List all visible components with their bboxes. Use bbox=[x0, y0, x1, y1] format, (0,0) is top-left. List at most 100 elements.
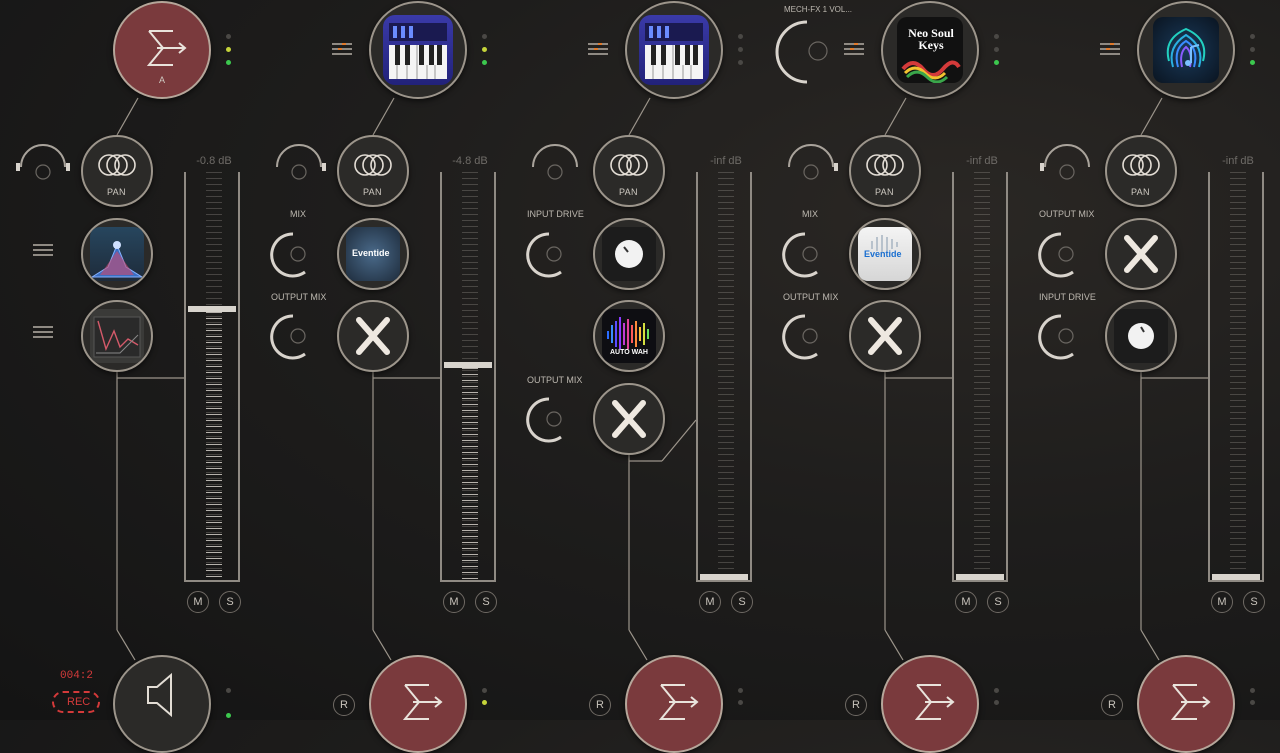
status-led bbox=[482, 34, 487, 39]
record-arm-button[interactable]: R bbox=[333, 694, 355, 716]
pan-node[interactable]: PAN bbox=[849, 135, 921, 207]
status-led bbox=[1250, 34, 1255, 39]
record-arm-button[interactable]: R bbox=[845, 694, 867, 716]
channel-4-instrument-node[interactable]: Neo Soul Keys bbox=[881, 1, 979, 99]
output-mix-knob[interactable] bbox=[270, 312, 311, 362]
fader-cap[interactable] bbox=[700, 574, 748, 580]
eventide-icon: Eventide bbox=[346, 227, 400, 281]
mute-button[interactable]: M bbox=[187, 591, 209, 613]
eq-icon bbox=[90, 227, 144, 281]
channel-5-instrument-node[interactable] bbox=[1137, 1, 1235, 99]
solo-button[interactable]: S bbox=[987, 591, 1009, 613]
pan-node[interactable]: PAN bbox=[593, 135, 665, 207]
solo-button[interactable]: S bbox=[475, 591, 497, 613]
slot-menu-icon[interactable] bbox=[33, 326, 53, 338]
mute-button[interactable]: M bbox=[443, 591, 465, 613]
plugin-slot-x[interactable] bbox=[593, 383, 665, 455]
knob-label: MECH-FX 1 VOL... bbox=[784, 5, 853, 14]
rec-button[interactable]: REC bbox=[52, 691, 100, 713]
plugin-slot-drive[interactable] bbox=[593, 218, 665, 290]
knob-label: OUTPUT MIX bbox=[783, 292, 839, 302]
solo-button[interactable]: S bbox=[219, 591, 241, 613]
knob-label: MIX bbox=[290, 209, 307, 219]
status-led bbox=[738, 60, 743, 65]
pan-icon bbox=[610, 154, 648, 176]
bus-sum-node[interactable] bbox=[369, 655, 467, 753]
plugin-slot-x[interactable] bbox=[337, 300, 409, 372]
mech-fx-volume-knob[interactable] bbox=[775, 18, 828, 88]
record-arm-button[interactable]: R bbox=[1101, 694, 1123, 716]
plugin-slot-eventide[interactable]: Eventide bbox=[849, 218, 921, 290]
mix-knob[interactable] bbox=[270, 230, 311, 280]
fader-cap[interactable] bbox=[1212, 574, 1260, 580]
status-led bbox=[738, 34, 743, 39]
plugin-slot-drive[interactable] bbox=[1105, 300, 1177, 372]
plugin-slot-analyzer[interactable] bbox=[81, 300, 153, 372]
instrument-menu-icon[interactable] bbox=[588, 43, 608, 55]
status-led bbox=[226, 688, 231, 693]
solo-button[interactable]: S bbox=[1243, 591, 1265, 613]
pan-icon bbox=[354, 154, 392, 176]
input-drive-knob[interactable] bbox=[526, 230, 567, 280]
plugin-slot-auto-wah[interactable]: AUTO WAH bbox=[593, 300, 665, 372]
pan-knob[interactable] bbox=[15, 144, 71, 187]
instrument-menu-icon[interactable] bbox=[844, 43, 864, 55]
channel-3-instrument-node[interactable] bbox=[625, 1, 723, 99]
volume-fader[interactable] bbox=[1208, 172, 1264, 582]
plugin-slot-eq[interactable] bbox=[81, 218, 153, 290]
rec-label: REC bbox=[67, 696, 91, 708]
channel-1-sum-node[interactable]: A bbox=[113, 1, 211, 99]
channel-2-instrument-node[interactable] bbox=[369, 1, 467, 99]
status-led bbox=[1250, 60, 1255, 65]
x-plugin-icon bbox=[868, 317, 902, 355]
pan-node[interactable]: PAN bbox=[1105, 135, 1177, 207]
status-led bbox=[994, 60, 999, 65]
pan-knob[interactable] bbox=[527, 144, 583, 187]
plugin-slot-x[interactable] bbox=[1105, 218, 1177, 290]
output-mix-knob[interactable] bbox=[782, 312, 823, 362]
mix-knob[interactable] bbox=[782, 230, 823, 280]
fader-db-readout: -inf dB bbox=[710, 155, 742, 167]
volume-fader[interactable] bbox=[696, 172, 752, 582]
slot-menu-icon[interactable] bbox=[33, 244, 53, 256]
x-plugin-icon bbox=[356, 317, 390, 355]
volume-fader[interactable] bbox=[952, 172, 1008, 582]
status-led bbox=[738, 688, 743, 693]
sum-node-label: A bbox=[159, 75, 166, 85]
plugin-slot-eventide[interactable]: Eventide bbox=[337, 218, 409, 290]
volume-fader[interactable] bbox=[184, 172, 240, 582]
bus-sum-node[interactable] bbox=[881, 655, 979, 753]
fader-cap[interactable] bbox=[956, 574, 1004, 580]
pan-knob[interactable] bbox=[1039, 144, 1095, 187]
pan-knob[interactable] bbox=[783, 144, 839, 187]
volume-fader[interactable] bbox=[440, 172, 496, 582]
knob-label: INPUT DRIVE bbox=[527, 209, 584, 219]
recorder[interactable]: 004:2 REC bbox=[52, 668, 104, 718]
pan-knob[interactable] bbox=[271, 144, 327, 187]
solo-button[interactable]: S bbox=[731, 591, 753, 613]
mute-button[interactable]: M bbox=[955, 591, 977, 613]
x-plugin-icon bbox=[1124, 235, 1158, 273]
pan-label: PAN bbox=[619, 187, 638, 197]
fader-cap[interactable] bbox=[188, 306, 236, 312]
fader-db-readout: -0.8 dB bbox=[196, 155, 232, 167]
mute-button[interactable]: M bbox=[699, 591, 721, 613]
bus-sum-node[interactable] bbox=[625, 655, 723, 753]
pan-node[interactable]: PAN bbox=[81, 135, 153, 207]
output-speaker-node[interactable] bbox=[113, 655, 211, 753]
bus-sum-node[interactable] bbox=[1137, 655, 1235, 753]
drive-knob-icon bbox=[602, 227, 656, 281]
mute-button[interactable]: M bbox=[1211, 591, 1233, 613]
instrument-menu-icon[interactable] bbox=[332, 43, 352, 55]
output-mix-knob[interactable] bbox=[1038, 230, 1079, 280]
plugin-slot-x[interactable] bbox=[849, 300, 921, 372]
sum-icon bbox=[914, 684, 955, 720]
fader-cap[interactable] bbox=[444, 362, 492, 368]
instrument-menu-icon[interactable] bbox=[1100, 43, 1120, 55]
auto-wah-label: AUTO WAH bbox=[610, 349, 648, 356]
input-drive-knob[interactable] bbox=[1038, 312, 1079, 362]
knob-label: INPUT DRIVE bbox=[1039, 292, 1096, 302]
record-arm-button[interactable]: R bbox=[589, 694, 611, 716]
output-mix-knob[interactable] bbox=[526, 395, 567, 445]
pan-node[interactable]: PAN bbox=[337, 135, 409, 207]
